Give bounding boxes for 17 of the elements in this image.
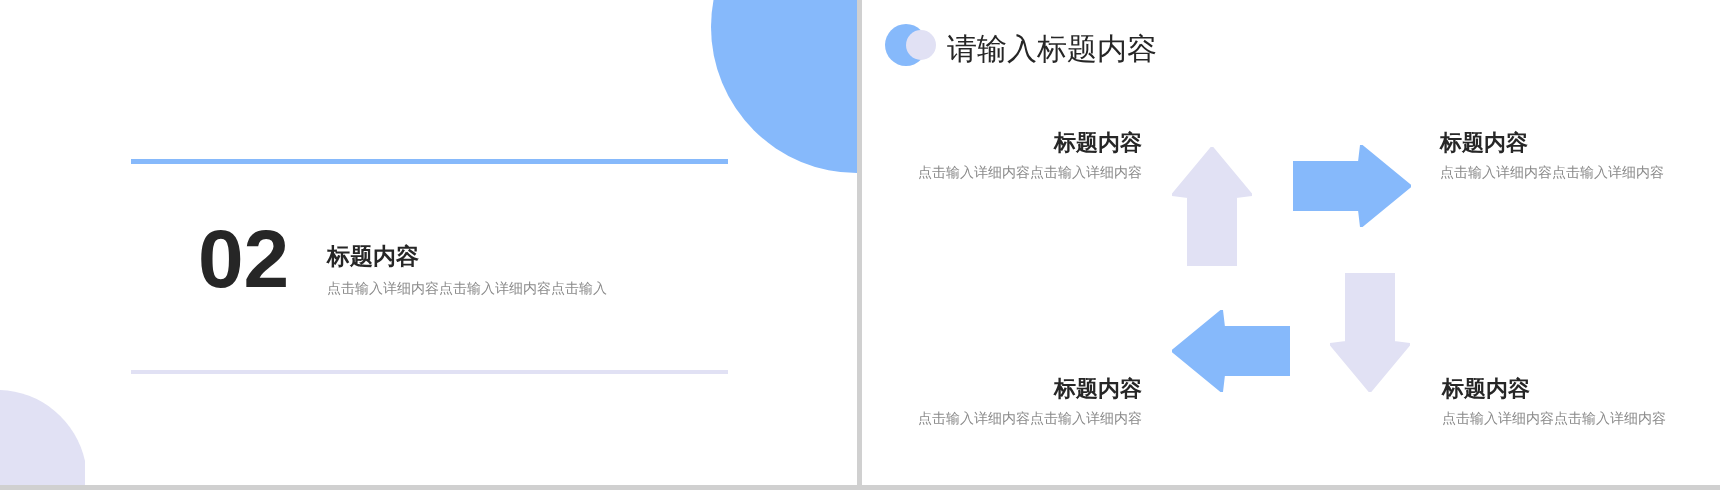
description-text: 点击输入详细内容点击输入详细内容 [918,409,1142,428]
description-text: 点击输入详细内容点击输入详细内容 [1440,163,1664,182]
item-title: 标题内容 [1442,375,1530,403]
slide-title: 请输入标题内容 [947,31,1157,67]
item-title: 标题内容 [1054,129,1142,157]
left-arrow-icon [1172,310,1290,392]
section-number: 02 [198,218,290,300]
description-text: 点击输入详细内容点击输入详细内容 [1442,409,1666,428]
section-title: 标题内容 [327,242,419,271]
up-arrow-icon [1172,147,1252,266]
description-text: 点击输入详细内容点击输入详细内容 [918,163,1142,182]
right-arrow-icon [1293,145,1411,227]
item-title: 标题内容 [1440,129,1528,157]
description-text: 点击输入详细内容点击输入详细内容点击输入 [327,279,607,298]
item-title: 标题内容 [1054,375,1142,403]
down-arrow-icon [1330,273,1410,392]
circles-icon [885,24,937,66]
